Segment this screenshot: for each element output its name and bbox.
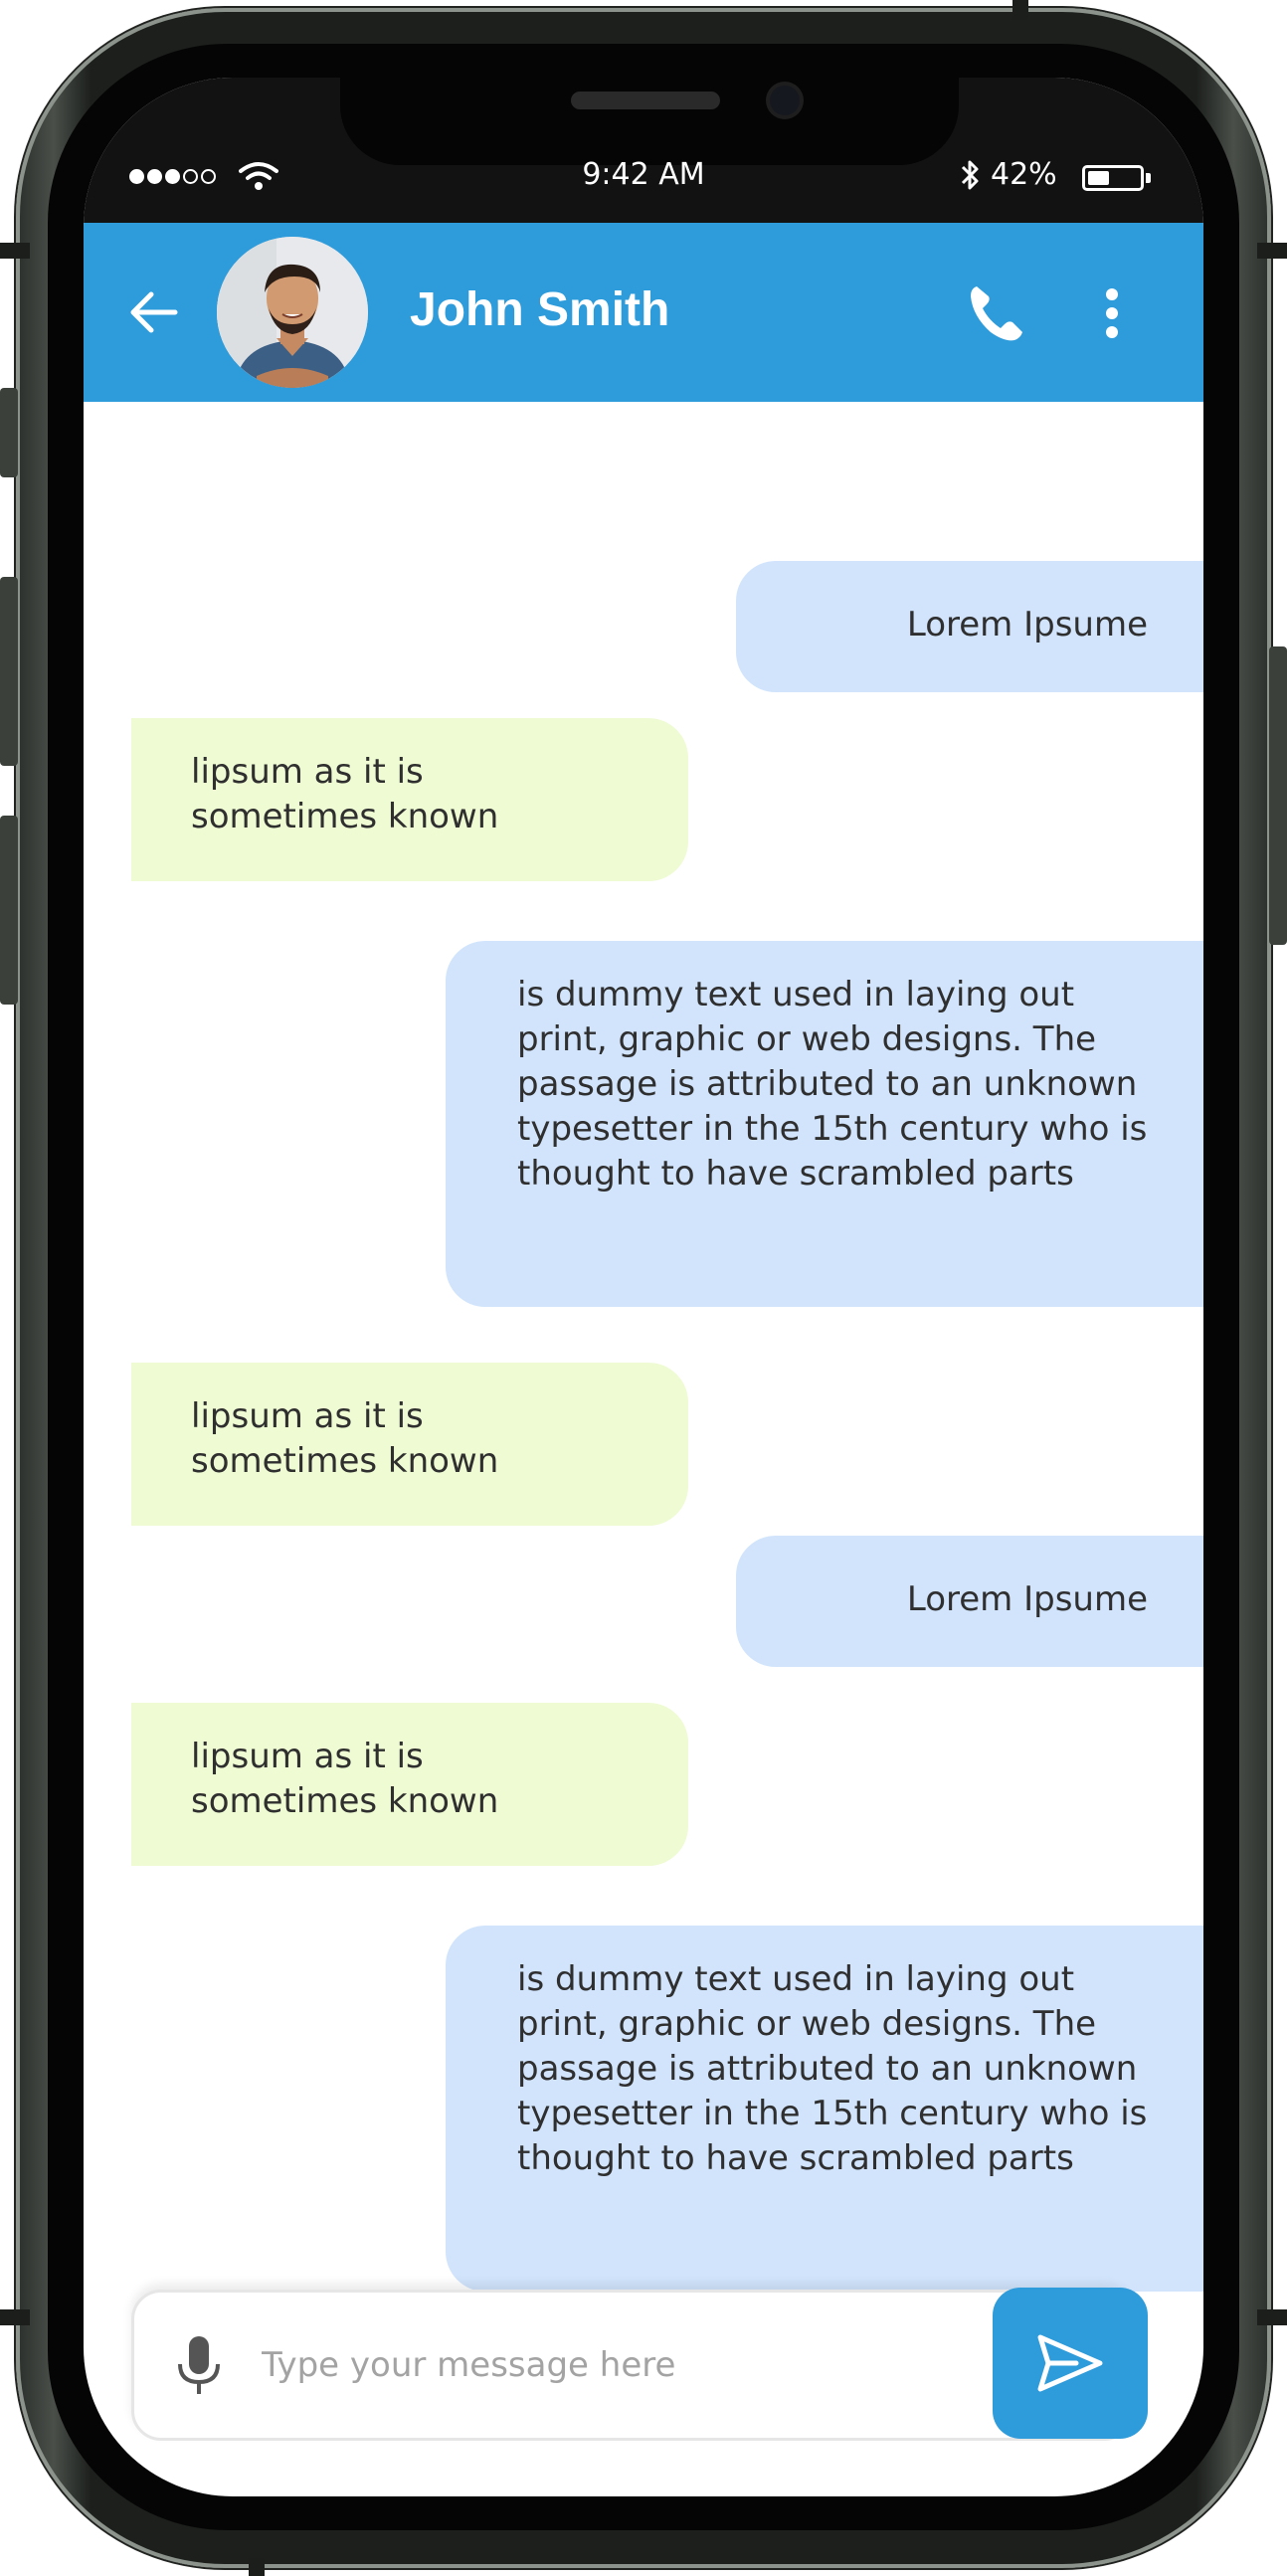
- bluetooth-icon: [961, 160, 979, 190]
- antenna-band: [1257, 2309, 1287, 2325]
- antenna-band: [0, 2309, 30, 2325]
- message-bubble-sent[interactable]: is dummy text used in laying out print, …: [446, 1926, 1203, 2292]
- more-vertical-icon[interactable]: [1094, 280, 1130, 346]
- avatar-image: [217, 237, 368, 388]
- avatar[interactable]: [217, 237, 368, 388]
- back-arrow-icon[interactable]: [125, 282, 185, 342]
- antenna-band: [0, 243, 30, 259]
- message-bubble-sent[interactable]: is dummy text used in laying out print, …: [446, 941, 1203, 1307]
- send-icon: [1037, 2334, 1103, 2392]
- volume-up-button: [0, 577, 18, 766]
- message-input[interactable]: [260, 2332, 960, 2398]
- antenna-band: [1012, 0, 1028, 20]
- contact-name[interactable]: John Smith: [410, 282, 669, 337]
- message-bubble-received[interactable]: lipsum as it is sometimes known: [131, 718, 688, 881]
- battery-tip: [1146, 173, 1151, 183]
- volume-down-button: [0, 816, 18, 1005]
- message-bubble-sent[interactable]: Lorem Ipsume: [736, 561, 1203, 692]
- chat-header: John Smith: [84, 223, 1203, 402]
- send-button[interactable]: [993, 2288, 1148, 2439]
- message-bubble-received[interactable]: lipsum as it is sometimes known: [131, 1703, 688, 1866]
- phone-screen: 9:42 AM 42% John Smith Lorem Ipsume lips…: [84, 78, 1203, 2496]
- antenna-band: [249, 2558, 265, 2576]
- mic-icon[interactable]: [174, 2334, 224, 2398]
- notch: [340, 78, 959, 165]
- message-composer: [131, 2290, 1134, 2441]
- device-mockup: 9:42 AM 42% John Smith Lorem Ipsume lips…: [0, 0, 1287, 2576]
- phone-icon[interactable]: [963, 280, 1028, 346]
- message-bubble-received[interactable]: lipsum as it is sometimes known: [131, 1363, 688, 1526]
- message-list[interactable]: Lorem Ipsume lipsum as it is sometimes k…: [84, 402, 1203, 2351]
- message-bubble-sent[interactable]: Lorem Ipsume: [736, 1536, 1203, 1667]
- power-button: [1269, 646, 1287, 945]
- antenna-band: [1257, 243, 1287, 259]
- battery-icon: [1082, 165, 1144, 191]
- battery-level-fill: [1088, 171, 1109, 185]
- earpiece-speaker: [571, 92, 720, 109]
- battery-percentage: 42%: [991, 157, 1057, 192]
- mute-switch: [0, 388, 18, 477]
- status-bar: 9:42 AM 42%: [84, 78, 1203, 223]
- front-camera: [770, 86, 800, 115]
